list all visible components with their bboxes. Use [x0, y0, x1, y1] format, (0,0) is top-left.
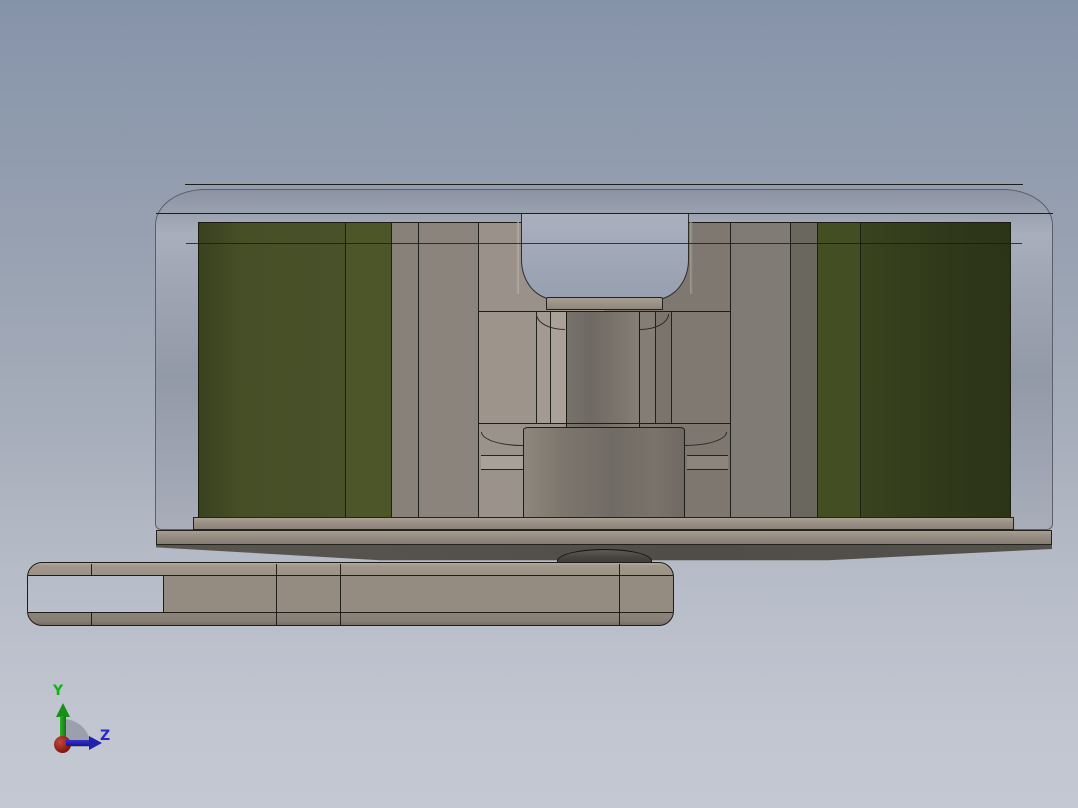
stator-coil-left-inner[interactable] — [345, 222, 391, 517]
stator-core-right-b[interactable] — [790, 222, 817, 517]
edge-hairline — [478, 423, 730, 424]
cad-graphics-area[interactable]: Y Z — [0, 0, 1078, 808]
rotor-bell-cavity[interactable] — [521, 214, 689, 300]
stator-coil-left-outer[interactable] — [198, 222, 345, 517]
tower-highlight — [690, 222, 693, 294]
arm-edge-hairline — [91, 564, 92, 575]
edge-hairline-top-back — [185, 184, 1023, 185]
rotor-hub[interactable] — [523, 427, 685, 519]
bearing-sleeve-left[interactable] — [536, 312, 550, 423]
arm-edge-hairline — [91, 613, 92, 626]
stator-core-left-a[interactable] — [391, 222, 418, 517]
base-plate-upper[interactable] — [193, 517, 1014, 530]
stator-core-right-a[interactable] — [730, 222, 790, 517]
edge-hairline — [345, 222, 346, 517]
stator-core-left-b[interactable] — [418, 222, 478, 517]
retainer-band-left — [481, 455, 523, 470]
edge-hairline — [730, 222, 731, 517]
edge-hairline — [391, 222, 392, 517]
mounting-arm[interactable] — [27, 562, 674, 626]
y-axis-arrowhead — [56, 703, 70, 717]
bearing-block-right[interactable] — [672, 312, 730, 423]
tower-highlight — [516, 222, 519, 294]
retainer-band-right — [687, 455, 728, 470]
arm-edge-hairline — [276, 564, 277, 626]
edge-hairline — [817, 222, 818, 517]
edge-hairline — [860, 222, 861, 517]
edge-hairline — [790, 222, 791, 517]
z-axis-arrow — [66, 740, 90, 746]
z-axis-label: Z — [100, 728, 111, 744]
base-plate-lower[interactable] — [156, 530, 1052, 545]
bearing-sleeve-right[interactable] — [656, 312, 672, 423]
arm-edge-hairline — [619, 564, 620, 626]
y-axis-label: Y — [53, 683, 64, 699]
stator-coil-right-outer[interactable] — [860, 222, 1011, 517]
arm-edge-hairline — [28, 612, 673, 613]
arm-fork-slot — [28, 576, 164, 612]
stator-coil-right-inner[interactable] — [817, 222, 860, 517]
arm-edge-hairline — [340, 564, 341, 626]
edge-hairline-stator-back — [186, 243, 1022, 244]
shaft-cap[interactable] — [546, 297, 663, 310]
shaft[interactable] — [566, 312, 640, 429]
bearing-block-left[interactable] — [479, 312, 536, 423]
edge-hairline — [418, 222, 419, 517]
